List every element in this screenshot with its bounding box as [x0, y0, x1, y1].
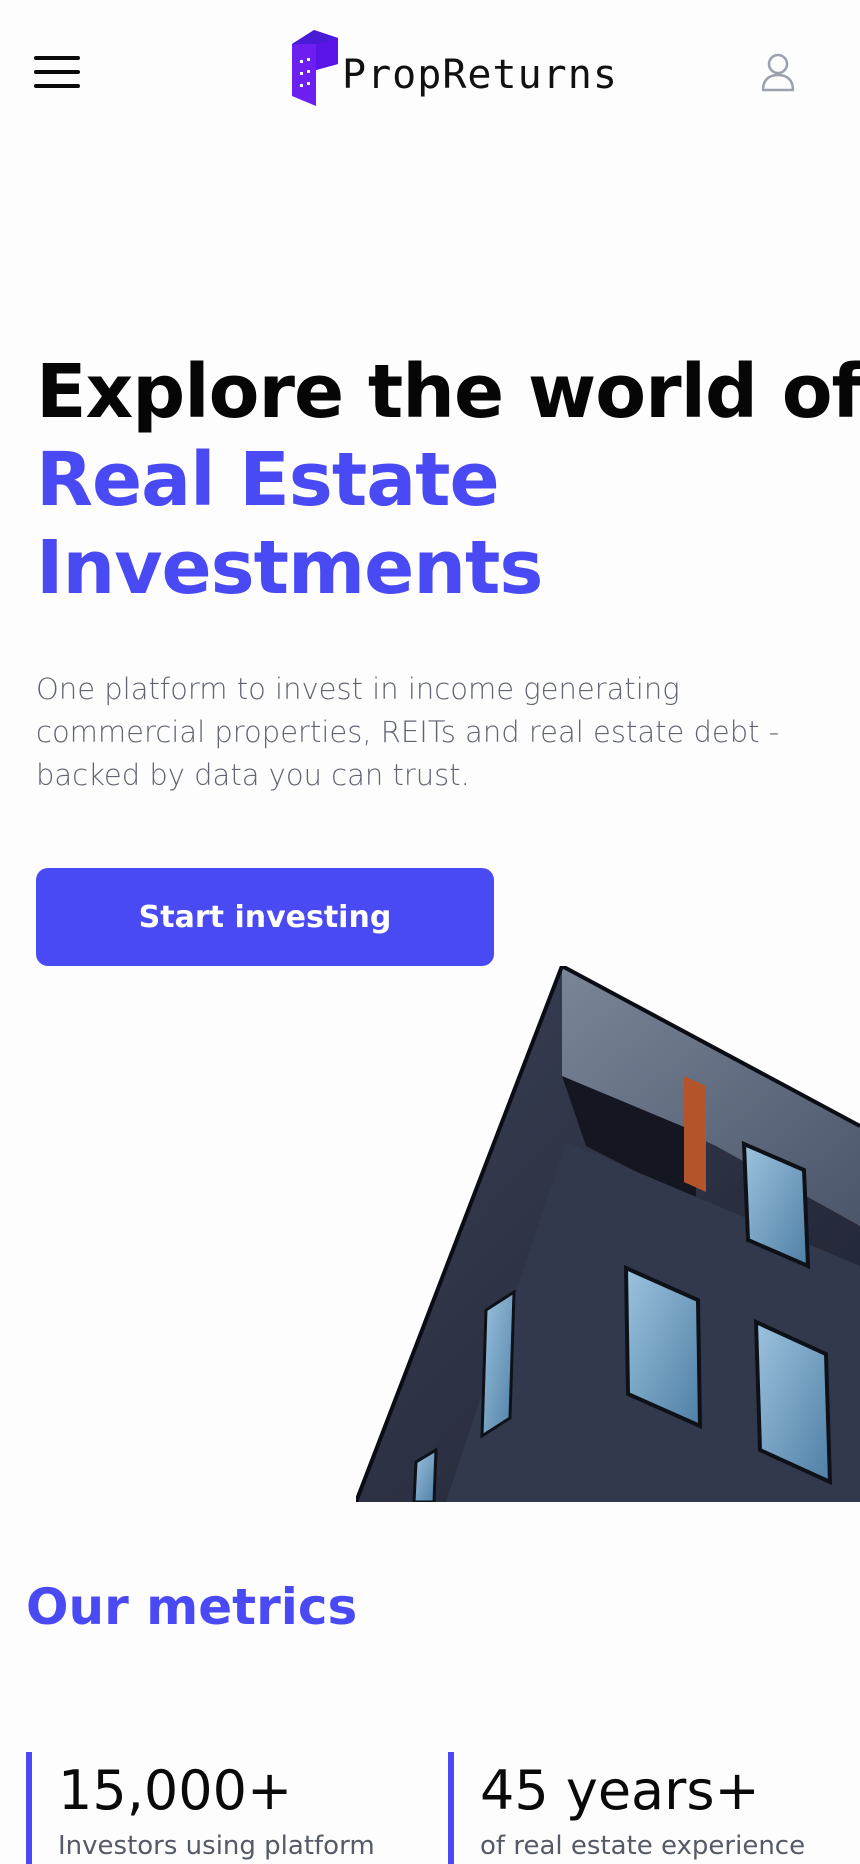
hero-heading-line-3: Investments: [36, 525, 543, 611]
metric-label: of real estate experience: [480, 1831, 806, 1861]
hero-subtitle: One platform to invest in income generat…: [36, 672, 780, 792]
user-account-icon[interactable]: [760, 52, 796, 92]
hamburger-menu-icon[interactable]: [34, 56, 80, 90]
hero-heading: Explore the world of Real Estate Investm…: [36, 348, 860, 612]
metrics-heading: Our metrics: [26, 1578, 358, 1636]
metric-value: 45 years+: [480, 1759, 760, 1822]
building-logo-icon: [292, 30, 338, 106]
hero-heading-line-2: Real Estate: [36, 437, 500, 523]
building-image: [356, 966, 860, 1502]
metric-label: Investors using platform: [58, 1831, 375, 1861]
hero-heading-line-1: Explore the world of: [36, 349, 860, 435]
metric-value: 15,000+: [58, 1759, 293, 1822]
logo[interactable]: PropReturns: [292, 30, 618, 106]
metric-card: 15,000+ Investors using platform: [26, 1752, 426, 1864]
logo-text: PropReturns: [342, 52, 618, 98]
metric-card: 45 years+ of real estate experience: [448, 1752, 860, 1864]
start-investing-button[interactable]: Start investing: [36, 868, 494, 966]
top-navigation-bar: PropReturns: [0, 0, 860, 150]
